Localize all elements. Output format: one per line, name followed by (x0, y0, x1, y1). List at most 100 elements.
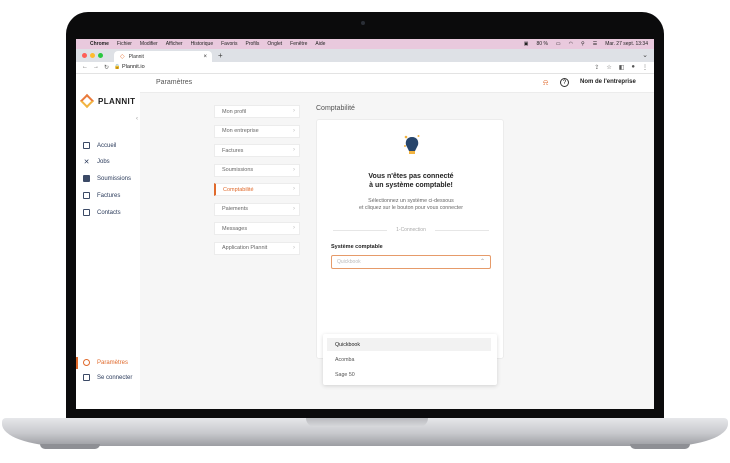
menu-profils[interactable]: Profils (246, 41, 260, 47)
settings-item-label: Mon entreprise (222, 128, 259, 134)
reload-icon[interactable]: ↻ (104, 64, 109, 71)
chevron-right-icon: › (293, 225, 295, 231)
status-area: ▣ 80 % ▭ ◠ ⚲ ☰ Mar. 27 sept. 13:34 (516, 41, 654, 47)
menu-afficher[interactable]: Afficher (166, 41, 183, 47)
option-acomba[interactable]: Acomba (327, 353, 491, 366)
tab-close-icon[interactable]: × (203, 54, 207, 60)
browser-address-bar: ← → ↻ 🔒 Plannit.io ⇪ ☆ ◧ ● ⋮ (76, 62, 654, 74)
settings-item-soumissions[interactable]: Soumissions › (214, 163, 300, 177)
settings-item-paiements[interactable]: Paiements › (214, 202, 300, 216)
brand-logo[interactable]: PLANNIT (79, 93, 135, 109)
wifi-icon[interactable]: ◠ (569, 41, 573, 47)
menu-historique[interactable]: Historique (191, 41, 214, 47)
menu-app-name[interactable]: Chrome (90, 41, 109, 47)
new-tab-icon[interactable]: + (218, 51, 223, 60)
chevron-right-icon: › (293, 186, 295, 192)
settings-item-label: Comptabilité (223, 186, 254, 193)
browser-tab[interactable]: ◇ Plannit × (114, 51, 212, 62)
chevron-right-icon: › (293, 166, 295, 173)
menu-aide[interactable]: Aide (315, 41, 325, 47)
settings-item-comptabilite[interactable]: Comptabilité › (214, 183, 300, 196)
window-minimize-button[interactable] (90, 53, 95, 58)
chevron-right-icon: › (293, 127, 295, 134)
settings-item-application-plannit[interactable]: Application Plannit › (214, 241, 300, 255)
screen: Chrome Fichier Modifier Afficher Histori… (76, 39, 654, 409)
share-icon[interactable]: ⇪ (594, 64, 599, 71)
app-root: PLANNIT ‹ Accueil ✕ Jobs Soumissions Fac… (76, 74, 654, 409)
menu-modifier[interactable]: Modifier (140, 41, 158, 47)
settings-menu: Mon profil › Mon entreprise › Factures › So… (214, 105, 300, 261)
tab-search-chevron-icon[interactable]: ⌄ (642, 51, 648, 59)
battery-percent: 80 % (536, 41, 548, 47)
select-placeholder: Quickbook (337, 259, 361, 265)
bell-icon[interactable]: ⍾ (543, 78, 548, 88)
screen-share-icon[interactable]: ▣ (524, 41, 529, 47)
heading-line-1: Vous n'êtes pas connecté (368, 173, 454, 180)
camera (361, 21, 365, 25)
not-connected-heading: Vous n'êtes pas connecté à un système co… (317, 172, 505, 190)
more-icon[interactable]: ⋮ (642, 64, 648, 71)
disconnected-plug-icon (404, 135, 420, 154)
sidebar-item-se-connecter[interactable]: Se connecter (83, 374, 132, 381)
option-quickbook[interactable]: Quickbook (327, 338, 491, 351)
spotlight-icon[interactable]: ⚲ (581, 41, 585, 47)
settings-item-messages[interactable]: Messages › (214, 222, 300, 235)
menu-favoris[interactable]: Favoris (221, 41, 237, 47)
lock-icon: 🔒 (114, 64, 121, 70)
sidebar-item-soumissions[interactable]: Soumissions (83, 175, 131, 182)
instruction-line-2: et cliquez sur le bouton pour vous conne… (359, 205, 463, 211)
clock[interactable]: Mar. 27 sept. 13:34 (605, 41, 648, 47)
battery-icon[interactable]: ▭ (556, 41, 561, 47)
chevron-right-icon: › (293, 147, 295, 153)
url-field[interactable]: Plannit.io (122, 64, 145, 70)
sidepanel-icon[interactable]: ◧ (619, 64, 625, 71)
accounting-system-select[interactable]: Quickbook ⌃ (331, 255, 491, 269)
active-indicator (76, 357, 78, 369)
laptop-lid: Chrome Fichier Modifier Afficher Histori… (66, 12, 664, 424)
settings-item-label: Messages (222, 225, 248, 232)
tools-icon: ✕ (83, 158, 90, 166)
settings-item-mon-profil[interactable]: Mon profil › (214, 105, 300, 118)
heading-line-2: à un système comptable! (369, 182, 453, 189)
sidebar-item-parametres[interactable]: Paramètres (83, 359, 128, 366)
window-close-button[interactable] (82, 53, 87, 58)
back-icon[interactable]: ← (82, 64, 88, 70)
settings-item-mon-entreprise[interactable]: Mon entreprise › (214, 124, 300, 138)
menu-fichier[interactable]: Fichier (117, 41, 132, 47)
laptop-foot-right (630, 444, 690, 449)
settings-item-factures[interactable]: Factures › (214, 144, 300, 157)
settings-item-label: Paiements (222, 206, 248, 212)
section-title: Comptabilité (316, 105, 355, 112)
accounting-system-dropdown: Quickbook Acomba Sage 50 (323, 334, 497, 385)
sidebar: PLANNIT ‹ Accueil ✕ Jobs Soumissions Fac… (76, 74, 140, 409)
menu-onglet[interactable]: Onglet (267, 41, 282, 47)
contact-icon (83, 209, 90, 216)
sidebar-item-label: Se connecter (97, 374, 133, 381)
forward-icon[interactable]: → (93, 64, 99, 70)
help-icon[interactable]: ? (560, 78, 569, 87)
sidebar-item-contacts[interactable]: Contacts (83, 209, 121, 216)
browser-tab-bar: ◇ Plannit × + ⌄ (76, 49, 654, 62)
menu-fenetre[interactable]: Fenêtre (290, 41, 307, 47)
settings-item-label: Soumissions (222, 167, 254, 173)
sidebar-item-accueil[interactable]: Accueil (83, 142, 116, 149)
sidebar-item-jobs[interactable]: ✕ Jobs (83, 158, 110, 166)
collapse-chevron-icon[interactable]: ‹ (136, 116, 138, 122)
gear-icon (83, 359, 90, 366)
control-center-icon[interactable]: ☰ (593, 41, 597, 47)
sidebar-item-label: Soumissions (97, 175, 132, 182)
step-divider: 1-Connection (333, 227, 489, 233)
settings-item-label: Mon profil (222, 108, 247, 115)
sidebar-item-label: Paramètres (97, 359, 129, 366)
chevron-right-icon: › (293, 244, 295, 251)
company-name[interactable]: Nom de l'entreprise (580, 79, 636, 85)
window-zoom-button[interactable] (98, 53, 103, 58)
option-sage-50[interactable]: Sage 50 (327, 368, 491, 381)
profile-icon[interactable]: ● (631, 64, 635, 71)
base-notch (306, 418, 428, 427)
bookmark-star-icon[interactable]: ☆ (606, 64, 611, 71)
sidebar-item-factures[interactable]: Factures (83, 192, 120, 199)
sidebar-item-label: Factures (97, 192, 121, 199)
page-title: Paramètres (156, 79, 193, 86)
sidebar-item-label: Accueil (97, 142, 117, 149)
